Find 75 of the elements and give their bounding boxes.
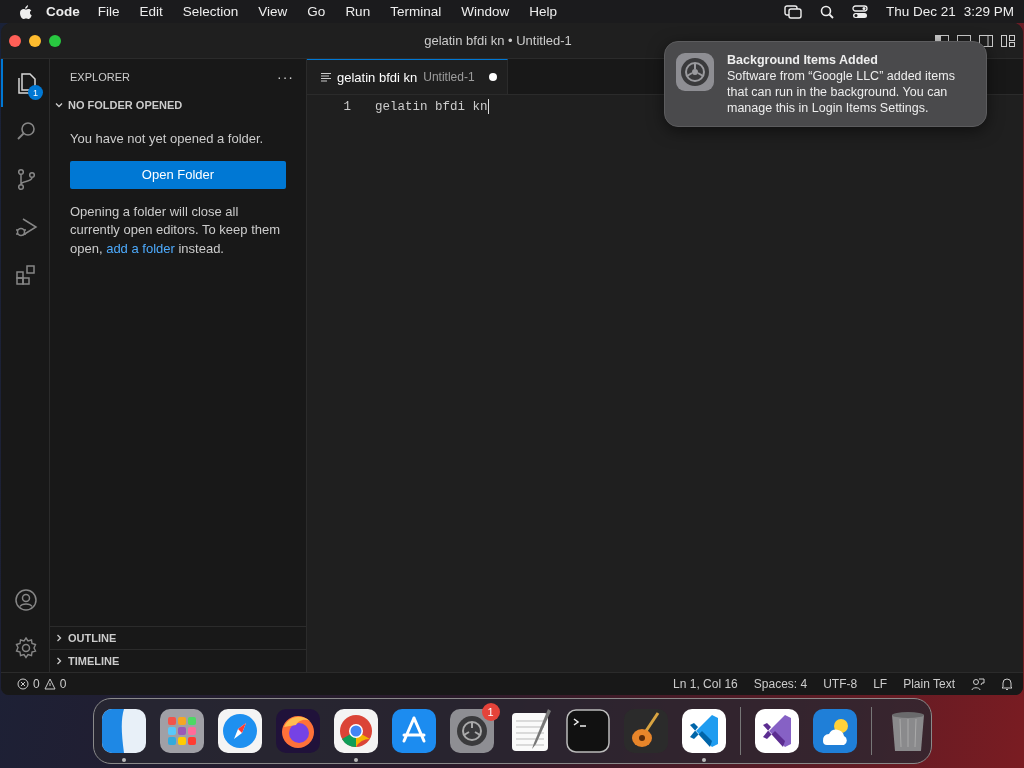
menu-item[interactable]: Go: [307, 4, 326, 19]
search-icon[interactable]: [819, 4, 834, 19]
notification-title: Background Items Added: [727, 52, 879, 68]
code-line: gelatin bfdi kn: [375, 99, 488, 114]
notification-body: Software from “Google LLC” added items that can run in the background. You can manage this in Login Items Settings.: [727, 68, 956, 116]
split-tile-icon[interactable]: [101, 709, 146, 753]
close-button[interactable]: [9, 34, 21, 47]
error-icon: [17, 678, 29, 690]
status-item[interactable]: Plain Text: [903, 677, 955, 691]
account-icon[interactable]: [14, 588, 38, 612]
screens-icon[interactable]: [783, 4, 802, 19]
settings-icon[interactable]: [14, 636, 38, 660]
secondary-sidebar-icon[interactable]: [979, 34, 993, 47]
section-header[interactable]: NO FOLDER OPENED: [50, 94, 306, 116]
sidebar-title: EXPLORER: [70, 70, 130, 83]
menu-item[interactable]: Help: [529, 4, 557, 19]
guitar-icon[interactable]: [623, 709, 668, 753]
menu-item[interactable]: Terminal: [390, 4, 442, 19]
lines-icon: [321, 72, 331, 82]
menu-item[interactable]: View: [258, 4, 288, 19]
customize-layout-icon[interactable]: [1001, 34, 1015, 47]
section-header[interactable]: OUTLINE: [50, 626, 306, 649]
app-menu[interactable]: Code: [46, 4, 80, 19]
a-shape-icon[interactable]: [391, 709, 436, 753]
menu-item[interactable]: File: [97, 4, 120, 19]
count-badge: 1: [28, 85, 43, 100]
window-title: gelatin bfdi kn • Untitled-1: [423, 33, 573, 48]
blocks-icon[interactable]: [14, 263, 38, 287]
error-count: 0: [33, 677, 40, 691]
notification-card[interactable]: Background Items Added Software from “Google LLC” added items that can run in the background. You can manage this in Login Items Settings.: [664, 41, 987, 127]
bell-icon[interactable]: [1001, 677, 1013, 691]
note-text: Opening a folder will close all currently open editors. To keep them open, add a folder instead.: [70, 202, 282, 258]
unsaved-dot[interactable]: [488, 73, 497, 81]
gear-icon[interactable]: [449, 709, 494, 753]
status-item[interactable]: Spaces: 4: [753, 677, 808, 691]
flame-globe-icon[interactable]: [275, 709, 320, 753]
open-folder-button[interactable]: Open Folder: [70, 160, 286, 189]
ribbon-logo-icon[interactable]: [681, 709, 726, 753]
compass-icon[interactable]: [217, 709, 262, 753]
menu-item[interactable]: Run: [345, 4, 371, 19]
tab-label: gelatin bfdi kn: [337, 69, 418, 85]
status-item[interactable]: LF: [873, 677, 888, 691]
status-item[interactable]: Ln 1, Col 16: [673, 677, 738, 691]
toggles-icon[interactable]: [851, 4, 868, 19]
section-title: TIMELINE: [68, 655, 120, 667]
warning-count: 0: [59, 677, 67, 691]
more-button[interactable]: ···: [277, 68, 294, 85]
terminal-icon[interactable]: [565, 709, 610, 753]
play-bug-icon[interactable]: [14, 215, 38, 239]
apple-icon: [18, 3, 32, 20]
cloud-sun-icon[interactable]: [812, 709, 857, 753]
tricolor-circle-icon[interactable]: [333, 709, 378, 753]
warning-icon: [43, 678, 56, 690]
menu-bar-time: 3:29 PM: [963, 4, 1014, 19]
feedback-icon[interactable]: [971, 677, 985, 691]
grid-icon[interactable]: [159, 709, 204, 753]
menu-bar-date: Thu Dec 21: [885, 4, 956, 19]
menu-item[interactable]: Edit: [139, 4, 163, 19]
line-number: 1: [342, 99, 351, 114]
ribbon-icon[interactable]: [754, 709, 799, 753]
menu-item[interactable]: Window: [461, 4, 510, 19]
notification-badge: 1: [481, 703, 500, 721]
text-cursor: [487, 99, 489, 114]
section-title: OUTLINE: [68, 632, 117, 644]
editor-tab[interactable]: gelatin bfdi kn Untitled-1: [307, 59, 508, 94]
section-title: NO FOLDER OPENED: [68, 99, 183, 111]
add-folder-link[interactable]: add a folder: [106, 240, 175, 256]
zoom-button[interactable]: [49, 34, 61, 47]
problems-button[interactable]: 0 0: [17, 677, 67, 691]
status-item[interactable]: UTF-8: [823, 677, 858, 691]
tab-description: Untitled-1: [423, 70, 475, 84]
minimize-button[interactable]: [29, 34, 41, 47]
gear-icon: [675, 52, 715, 92]
menu-item[interactable]: Selection: [182, 4, 239, 19]
message-text: You have not yet opened a folder.: [70, 130, 265, 148]
